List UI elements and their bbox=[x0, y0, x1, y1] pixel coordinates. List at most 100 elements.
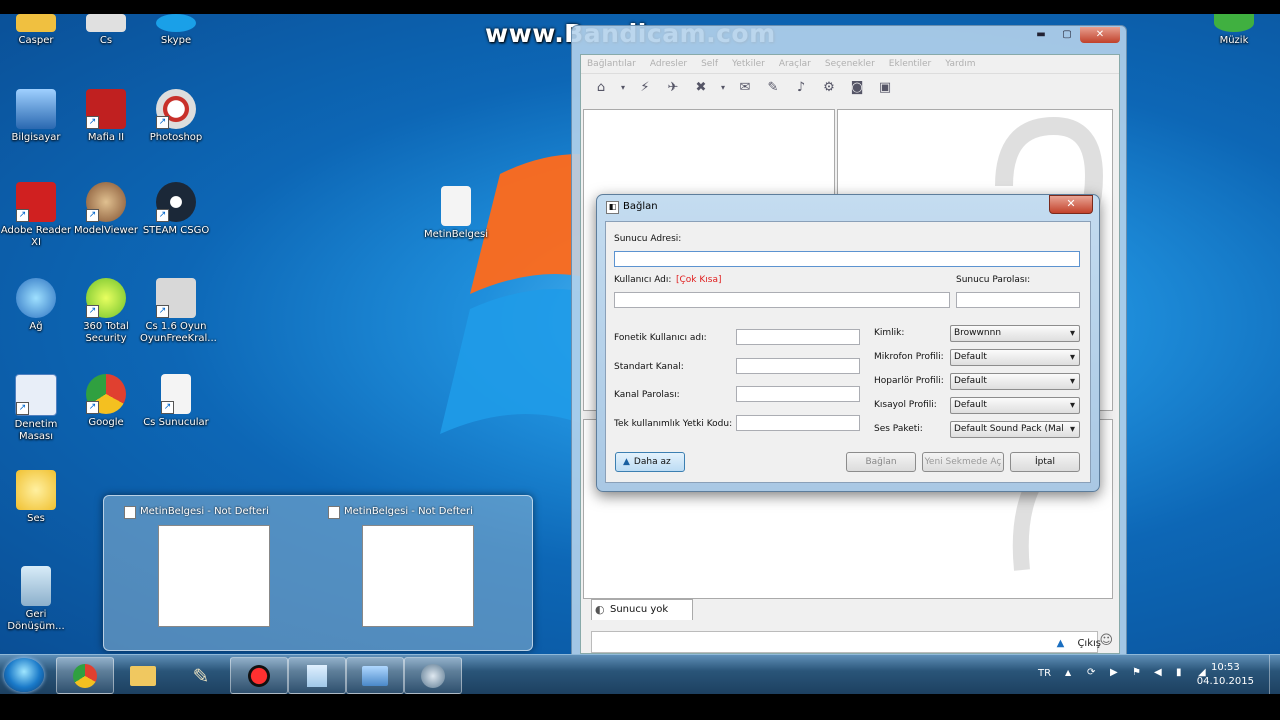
close-button[interactable]: ✕ bbox=[1080, 27, 1120, 43]
show-desktop-button[interactable] bbox=[1269, 655, 1280, 695]
volume-icon[interactable]: ◀ bbox=[1154, 667, 1162, 678]
shortcut-arrow-icon: ↗ bbox=[156, 209, 169, 222]
microphone-icon[interactable]: ✎ bbox=[763, 78, 783, 96]
taskbar: ✎ TR ▲ ⟳ ▶ ⚑ ◀ ▮ ◢ 10:53 04.10.2015 bbox=[0, 654, 1280, 695]
chat-input[interactable] bbox=[591, 631, 1098, 653]
channel-password-input[interactable] bbox=[736, 386, 860, 402]
show-hidden-icons[interactable]: ▲ bbox=[1065, 668, 1071, 677]
status-area: ▲ Çıkış bbox=[1057, 638, 1101, 649]
mute-icon[interactable]: ✖ bbox=[691, 78, 711, 96]
cancel-button[interactable]: İptal bbox=[1010, 452, 1080, 472]
username-warning: [Çok Kısa] bbox=[676, 275, 722, 285]
thumbnail-notepad-1[interactable]: MetinBelgesi - Not Defteri bbox=[122, 506, 312, 627]
phonetic-username-input[interactable] bbox=[736, 329, 860, 345]
media-icon[interactable]: ▶ bbox=[1110, 667, 1118, 678]
server-address-input[interactable] bbox=[614, 251, 1080, 267]
menu-tools[interactable]: Araçlar bbox=[779, 59, 811, 69]
stop-icon[interactable]: ▣ bbox=[875, 78, 895, 96]
language-indicator[interactable]: TR bbox=[1038, 668, 1051, 679]
desktop-icon-adobe-reader[interactable]: ↗ Adobe Reader XI bbox=[0, 182, 72, 249]
taskbar-bandicam[interactable] bbox=[230, 657, 288, 694]
emoticon-icon[interactable]: ☺ bbox=[1099, 633, 1113, 648]
shortcut-arrow-icon: ↗ bbox=[86, 209, 99, 222]
letterbox-bottom bbox=[0, 694, 1280, 720]
status-exit[interactable]: Çıkış bbox=[1077, 638, 1101, 649]
menu-bookmarks[interactable]: Adresler bbox=[650, 59, 687, 69]
flag-icon[interactable]: ⚑ bbox=[1132, 667, 1141, 678]
connect-button[interactable]: Bağlan bbox=[846, 452, 916, 472]
battery-icon[interactable]: ▮ bbox=[1176, 667, 1182, 678]
hotkey-profile-select[interactable]: Default bbox=[950, 397, 1080, 414]
desktop-icon-network[interactable]: Ağ bbox=[0, 278, 72, 333]
taskbar-chrome[interactable] bbox=[56, 657, 114, 694]
server-password-input[interactable] bbox=[956, 292, 1080, 308]
open-in-new-tab-button[interactable]: Yeni Sekmede Aç bbox=[922, 452, 1004, 472]
away-icon[interactable]: ✈ bbox=[663, 78, 683, 96]
server-password-label: Sunucu Parolası: bbox=[956, 275, 1031, 285]
default-channel-input[interactable] bbox=[736, 358, 860, 374]
desktop-icon-recycle-bin[interactable]: Geri Dönüşüm... bbox=[0, 566, 72, 633]
clock[interactable]: 10:53 04.10.2015 bbox=[1197, 661, 1254, 689]
desktop-icon-cs-servers[interactable]: ↗ Cs Sunucular bbox=[140, 374, 212, 429]
disconnect-icon[interactable]: ⚡ bbox=[635, 78, 655, 96]
desktop-icon-mafia[interactable]: ↗ Mafia II bbox=[70, 89, 142, 144]
sound-pack-select[interactable]: Default Sound Pack (Mal bbox=[950, 421, 1080, 438]
chrome-icon: ↗ bbox=[86, 374, 126, 414]
menu-self[interactable]: Self bbox=[701, 59, 718, 69]
desktop-icon-sound[interactable]: Ses bbox=[0, 470, 72, 525]
menu-settings[interactable]: Seçenekler bbox=[825, 59, 875, 69]
desktop-icon-360-security[interactable]: ↗ 360 Total Security bbox=[70, 278, 142, 345]
clock-time: 10:53 bbox=[1210, 662, 1240, 673]
desktop-icon-cs16[interactable]: ↗ Cs 1.6 Oyun OyunFreeKral... bbox=[140, 278, 217, 345]
dropdown-arrow-icon[interactable]: ▾ bbox=[619, 78, 627, 96]
username-input[interactable] bbox=[614, 292, 950, 308]
speaker-profile-select[interactable]: Default bbox=[950, 373, 1080, 390]
chat-icon[interactable]: ✉ bbox=[735, 78, 755, 96]
sync-icon[interactable]: ⟳ bbox=[1087, 667, 1095, 678]
less-button[interactable]: ▲ Daha az bbox=[615, 452, 685, 472]
taskbar-notepad[interactable] bbox=[288, 657, 346, 694]
speaker-profile-label: Hoparlör Profili: bbox=[874, 376, 944, 386]
shortcut-arrow-icon: ↗ bbox=[161, 401, 174, 414]
speaker-icon[interactable]: ♪ bbox=[791, 78, 811, 96]
menu-connections[interactable]: Bağlantılar bbox=[587, 59, 636, 69]
desktop-icon-casper[interactable]: Casper bbox=[0, 14, 72, 47]
connect-dialog[interactable]: ◧ Bağlan ✕ Sunucu Adresi: Kullanıcı Adı:… bbox=[596, 194, 1100, 492]
desktop-icon-music[interactable]: Müzik bbox=[1198, 14, 1270, 47]
maximize-button[interactable]: ▢ bbox=[1054, 27, 1080, 43]
desktop-icon-photoshop[interactable]: ↗ Photoshop bbox=[140, 89, 212, 144]
default-channel-label: Standart Kanal: bbox=[614, 362, 684, 372]
menu-plugins[interactable]: Eklentiler bbox=[889, 59, 931, 69]
desktop-icon-metinbelgesi[interactable]: MetinBelgesi bbox=[420, 186, 492, 241]
desktop-icon-modelviewer[interactable]: ↗ ModelViewer bbox=[70, 182, 142, 237]
identity-select[interactable]: Browwnnn bbox=[950, 325, 1080, 342]
settings-icon[interactable]: ⚙ bbox=[819, 78, 839, 96]
desktop-icon-computer[interactable]: Bilgisayar bbox=[0, 89, 72, 144]
record-icon[interactable]: ◙ bbox=[847, 78, 867, 96]
dropdown-arrow-icon[interactable]: ▾ bbox=[719, 78, 727, 96]
thumbnail-notepad-2[interactable]: MetinBelgesi - Not Defteri bbox=[326, 506, 516, 627]
server-tab-icon: ◐ bbox=[595, 603, 605, 616]
menu-bar: Bağlantılar Adresler Self Yetkiler Araçl… bbox=[581, 55, 1119, 74]
start-button[interactable] bbox=[4, 658, 44, 692]
menu-help[interactable]: Yardım bbox=[945, 59, 975, 69]
warning-icon[interactable]: ▲ bbox=[1057, 638, 1065, 649]
desktop-icon-steam[interactable]: ↗ STEAM CSGO bbox=[140, 182, 212, 237]
minimize-button[interactable]: ▬ bbox=[1028, 27, 1054, 43]
connect-icon[interactable]: ⌂ bbox=[591, 78, 611, 96]
mic-profile-select[interactable]: Default bbox=[950, 349, 1080, 366]
privilege-key-input[interactable] bbox=[736, 415, 860, 431]
dialog-close-button[interactable]: ✕ bbox=[1049, 195, 1093, 214]
desktop-icon-google[interactable]: ↗ Google bbox=[70, 374, 142, 429]
desktop-icon-skype[interactable]: Skype bbox=[140, 14, 212, 47]
taskbar-network[interactable] bbox=[346, 657, 404, 694]
shortcut-arrow-icon: ↗ bbox=[16, 402, 29, 415]
taskbar-teamspeak[interactable] bbox=[404, 657, 462, 694]
steam-icon: ↗ bbox=[156, 182, 196, 222]
menu-permissions[interactable]: Yetkiler bbox=[732, 59, 765, 69]
taskbar-paint[interactable]: ✎ bbox=[172, 657, 230, 694]
tab-no-server[interactable]: ◐ Sunucu yok bbox=[591, 599, 693, 620]
desktop-icon-cs[interactable]: Cs bbox=[70, 14, 142, 47]
desktop-icon-control-panel[interactable]: ↗ Denetim Masası bbox=[0, 374, 72, 443]
taskbar-explorer[interactable] bbox=[114, 657, 172, 694]
